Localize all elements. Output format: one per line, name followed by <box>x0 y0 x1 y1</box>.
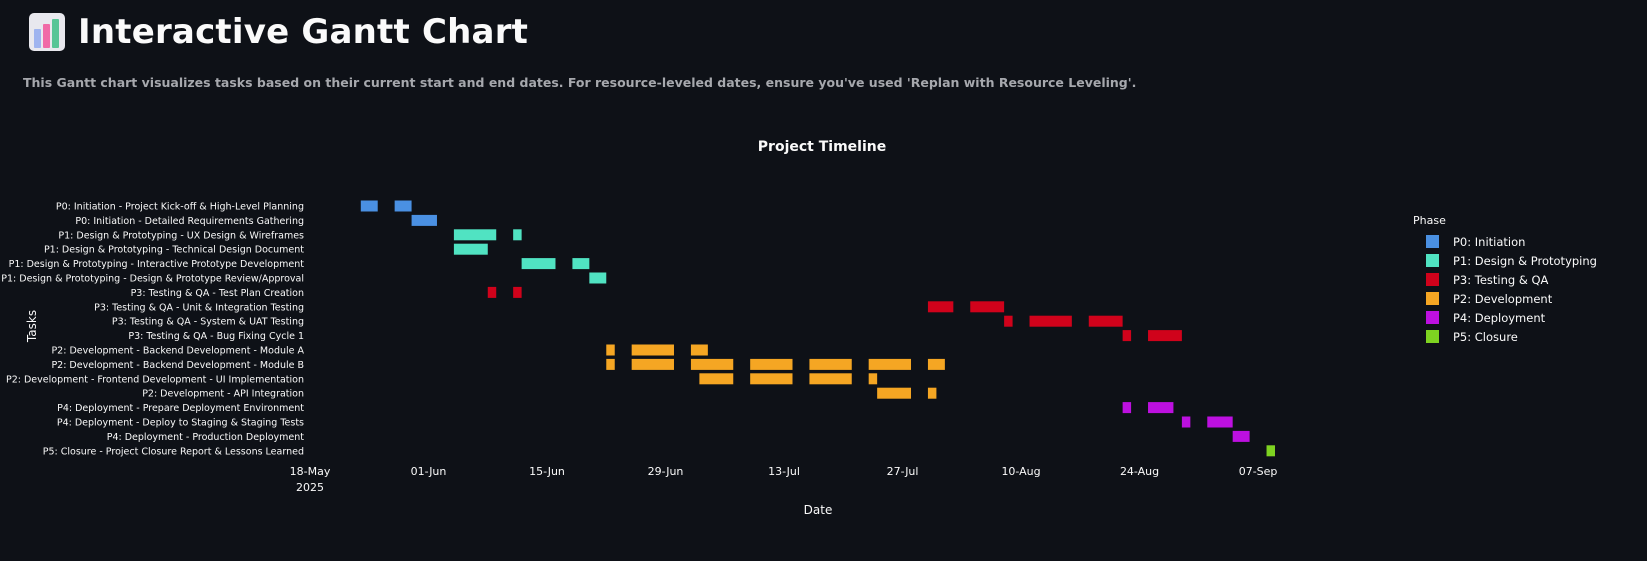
legend-swatch <box>1426 311 1439 324</box>
task-bar[interactable] <box>1122 402 1132 414</box>
x-axis-label: Date <box>804 503 833 517</box>
x-tick-label: 24-Aug <box>1120 465 1159 478</box>
legend-item[interactable]: P3: Testing & QA <box>1413 270 1597 289</box>
task-label: P3: Testing & QA - System & UAT Testing <box>112 317 304 328</box>
legend-item[interactable]: P1: Design & Prototyping <box>1413 251 1597 270</box>
legend-label: P2: Development <box>1453 291 1553 306</box>
gantt-chart-container[interactable]: Project Timeline Tasks Date 18-May 2025 01-Ju… <box>0 120 1647 561</box>
legend-label: P4: Deployment <box>1453 310 1546 325</box>
legend-swatch <box>1426 254 1439 267</box>
page-header: Interactive Gantt Chart <box>28 12 528 52</box>
legend-label: P3: Testing & QA <box>1453 272 1549 287</box>
task-label: P3: Testing & QA - Test Plan Creation <box>131 288 304 299</box>
task-bar[interactable] <box>631 344 674 356</box>
task-label: P3: Testing & QA - Unit & Integration Te… <box>94 302 304 313</box>
task-bar[interactable] <box>927 387 937 399</box>
legend-swatch <box>1426 292 1439 305</box>
task-label: P1: Design & Prototyping - Technical Des… <box>44 245 304 256</box>
x-tick-label: 15-Jun <box>529 465 565 478</box>
task-label: P4: Deployment - Deploy to Staging & Sta… <box>57 418 304 429</box>
task-bar[interactable] <box>1266 445 1275 457</box>
task-bar[interactable] <box>394 200 412 212</box>
task-bar[interactable] <box>809 373 852 385</box>
chart-title: Project Timeline <box>758 139 886 155</box>
legend-title: Phase <box>1413 214 1446 227</box>
task-label: P4: Deployment - Production Deployment <box>107 432 305 443</box>
task-bar[interactable] <box>877 387 912 399</box>
task-label: P3: Testing & QA - Bug Fixing Cycle 1 <box>128 331 304 342</box>
task-bar[interactable] <box>606 344 615 356</box>
task-bar[interactable] <box>1029 315 1072 327</box>
task-bar[interactable] <box>487 286 497 298</box>
task-bar[interactable] <box>868 373 878 385</box>
legend-swatch <box>1426 235 1439 248</box>
task-bar[interactable] <box>868 358 912 370</box>
task-bar[interactable] <box>453 229 497 241</box>
task-bar[interactable] <box>750 358 793 370</box>
page-title: Interactive Gantt Chart <box>78 12 529 52</box>
task-bar[interactable] <box>1088 315 1123 327</box>
x-tick-sublabel: 2025 <box>296 481 324 494</box>
task-label: P2: Development - Frontend Development -… <box>6 374 304 385</box>
task-label: P1: Design & Prototyping - Design & Prot… <box>1 274 304 285</box>
legend-swatch <box>1426 273 1439 286</box>
task-label: P1: Design & Prototyping - UX Design & W… <box>58 230 304 241</box>
bar-chart-icon <box>29 13 65 51</box>
task-bar[interactable] <box>360 200 378 212</box>
task-bar[interactable] <box>809 358 852 370</box>
task-bar[interactable] <box>453 243 488 255</box>
task-bar[interactable] <box>1122 330 1132 342</box>
task-bar[interactable] <box>521 258 556 270</box>
chart-legend: Phase P0: Initiation P1: Design & Prototy… <box>1413 214 1597 346</box>
x-tick-label: 27-Jul <box>887 465 919 478</box>
legend-label: P5: Closure <box>1453 329 1518 344</box>
gantt-chart[interactable]: Project Timeline Tasks Date 18-May 2025 01-Ju… <box>0 120 1647 561</box>
task-label: P5: Closure - Project Closure Report & L… <box>43 446 304 457</box>
task-bar[interactable] <box>513 286 522 298</box>
legend-swatch <box>1426 330 1439 343</box>
task-bar[interactable] <box>606 358 615 370</box>
page-subtitle: This Gantt chart visualizes tasks based … <box>23 75 1137 90</box>
task-bar[interactable] <box>513 229 522 241</box>
task-bar[interactable] <box>970 301 1005 313</box>
task-label: P2: Development - Backend Development - … <box>51 360 304 371</box>
task-bar[interactable] <box>1148 402 1174 414</box>
legend-item[interactable]: P2: Development <box>1413 289 1597 308</box>
task-label: P2: Development - API Integration <box>142 389 304 400</box>
legend-label: P0: Initiation <box>1453 234 1526 249</box>
legend-label: P1: Design & Prototyping <box>1453 253 1597 268</box>
task-label: P0: Initiation - Detailed Requirements G… <box>75 216 304 227</box>
task-bar[interactable] <box>750 373 793 385</box>
legend-item[interactable]: P5: Closure <box>1413 327 1597 346</box>
task-bar[interactable] <box>690 344 708 356</box>
task-label: P4: Deployment - Prepare Deployment Envi… <box>57 403 304 414</box>
task-label: P1: Design & Prototyping - Interactive P… <box>9 259 305 270</box>
task-bar[interactable] <box>699 373 734 385</box>
task-bar[interactable] <box>1148 330 1182 342</box>
task-bar[interactable] <box>1181 416 1191 428</box>
task-label: P0: Initiation - Project Kick-off & High… <box>56 202 304 213</box>
x-tick-label: 07-Sep <box>1239 465 1278 478</box>
x-tick-label: 13-Jul <box>768 465 800 478</box>
y-axis-label: Tasks <box>25 310 39 343</box>
task-label: P2: Development - Backend Development - … <box>51 346 304 357</box>
x-tick-label: 18-May <box>290 465 331 478</box>
task-bar[interactable] <box>411 214 437 226</box>
task-bar[interactable] <box>1207 416 1233 428</box>
task-bar[interactable] <box>631 358 674 370</box>
x-tick-label: 10-Aug <box>1001 465 1040 478</box>
task-bar[interactable] <box>589 272 607 284</box>
task-bar[interactable] <box>1232 430 1250 442</box>
legend-item[interactable]: P0: Initiation <box>1413 232 1597 251</box>
task-bar[interactable] <box>927 358 945 370</box>
x-tick-label: 01-Jun <box>411 465 447 478</box>
x-tick-label: 29-Jun <box>648 465 684 478</box>
task-bar[interactable] <box>690 358 734 370</box>
task-bar[interactable] <box>1004 315 1013 327</box>
legend-item[interactable]: P4: Deployment <box>1413 308 1597 327</box>
task-bar[interactable] <box>927 301 954 313</box>
task-bar[interactable] <box>572 258 590 270</box>
